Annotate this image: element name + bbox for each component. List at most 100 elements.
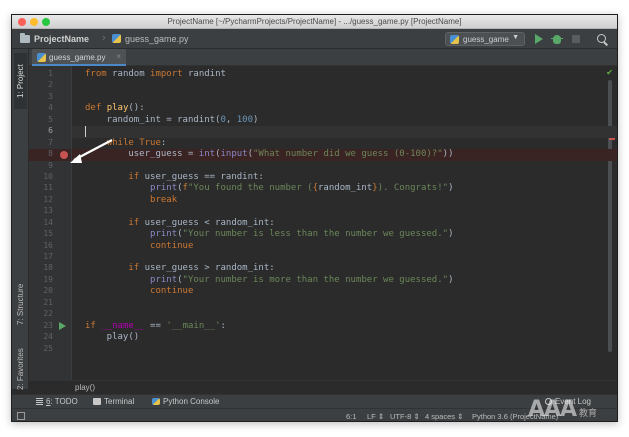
breadcrumb-file[interactable]: guess_game.py [125, 34, 189, 44]
gutter-line[interactable]: 19 [29, 275, 71, 286]
search-everywhere-button[interactable] [595, 32, 609, 46]
code-line: user_guess = int(input("What number did … [72, 149, 617, 161]
gutter-line[interactable]: 23 [29, 321, 78, 332]
window-title: ProjectName [~/PycharmProjects/ProjectNa… [167, 17, 462, 26]
line-number: 12 [43, 194, 53, 204]
gutter-line[interactable]: 1 [29, 69, 71, 80]
ide-window: ProjectName [~/PycharmProjects/ProjectNa… [11, 14, 618, 422]
python-console-icon [152, 398, 160, 405]
python-file-icon [112, 34, 121, 43]
code-line: random_int = randint(0, 100) [85, 114, 259, 125]
gutter-line[interactable]: 16 [29, 241, 78, 252]
gutter-line[interactable]: 22 [29, 309, 71, 320]
caret-position[interactable]: 6:1 [346, 412, 356, 421]
gutter-line[interactable]: 6 [29, 126, 71, 137]
code-line: def play(): [85, 103, 145, 114]
code-lines: from random import randint def play(): r… [72, 69, 617, 355]
gutter-line[interactable]: 21 [29, 298, 71, 309]
gutter-line[interactable]: 12 [29, 194, 78, 206]
line-number: 8 [48, 149, 53, 159]
python-console-label: Python Console [163, 397, 220, 406]
line-number: 19 [43, 274, 53, 284]
todo-tool-button[interactable]: 6: TODO [36, 397, 78, 406]
gutter-line[interactable]: 10 [29, 172, 78, 183]
line-number: 18 [43, 263, 53, 273]
indent-setting[interactable]: 4 spaces ⇕ [425, 412, 463, 421]
terminal-label: Terminal [104, 397, 135, 406]
line-number: 9 [48, 160, 53, 170]
python-console-tool-button[interactable]: Python Console [152, 397, 219, 406]
code-line: if __name__ == '__main__': [85, 320, 226, 331]
code-line: if user_guess == randint: [128, 171, 264, 182]
line-number: 24 [43, 332, 53, 342]
editor-breadcrumb[interactable]: play() [29, 380, 617, 394]
gutter-line[interactable]: 5 [29, 115, 71, 126]
watermark-logo: AAA 教育 [528, 397, 597, 422]
breadcrumb-project[interactable]: ProjectName [34, 34, 89, 44]
tool-tab-structure[interactable]: 7: Structure [14, 275, 27, 333]
run-configuration-select[interactable]: guess_game ▼ [445, 32, 525, 46]
line-number: 1 [48, 69, 53, 78]
gutter-line[interactable]: 4 [29, 103, 78, 114]
run-gutter-icon[interactable] [59, 321, 66, 330]
editor-tab-bar: guess_game.py × [29, 49, 617, 66]
breakpoint-icon[interactable] [60, 151, 68, 160]
line-separator[interactable]: LF ⇕ [367, 412, 384, 421]
gutter-line[interactable]: 25 [29, 344, 71, 355]
run-configuration-label: guess_game [463, 35, 509, 44]
code-editor[interactable]: ✔ from random import randint def play():… [72, 66, 617, 380]
line-number: 6 [48, 126, 53, 136]
todo-label: : TODO [50, 397, 78, 406]
code-line: break [150, 194, 178, 205]
line-number: 17 [43, 252, 53, 261]
line-number: 25 [43, 343, 53, 353]
debug-button[interactable] [550, 32, 564, 46]
folder-icon [20, 33, 30, 43]
navigation-bar: ProjectName › guess_game.py guess_game ▼ [12, 29, 617, 49]
gutter-line[interactable]: 14 [29, 218, 78, 229]
close-tab-icon[interactable]: × [116, 52, 121, 61]
bottom-tool-bar: 6: TODO Terminal Python Console Event Lo… [12, 394, 617, 408]
code-line: print("Your number is more than the numb… [150, 274, 454, 285]
run-button[interactable] [532, 32, 546, 46]
code-line: if user_guess > random_int: [128, 263, 275, 274]
line-number: 20 [43, 286, 53, 296]
chevron-down-icon: ▼ [512, 34, 519, 41]
gutter-line[interactable]: 8 [29, 149, 71, 161]
gutter-line[interactable]: 13 [29, 206, 71, 217]
gutter-line[interactable]: 18 [29, 263, 78, 274]
gutter-line[interactable]: 15 [29, 229, 71, 240]
python-config-icon [450, 35, 459, 44]
gutter-line[interactable]: 11 [29, 183, 71, 194]
editor-gutter[interactable]: 1 2 3 4 5 6 7 8 9 10 11 12 13 14 15 16 17 18 19 20 21 22 23 24 2… [29, 66, 78, 380]
list-icon [36, 398, 43, 405]
line-number: 4 [48, 103, 53, 113]
line-number: 7 [48, 137, 53, 147]
gutter-line[interactable]: 2 [29, 80, 71, 91]
code-line: while True: [106, 137, 167, 148]
file-encoding[interactable]: UTF-8 ⇕ [390, 412, 420, 421]
editor-tab-guess-game[interactable]: guess_game.py × [32, 49, 126, 66]
gutter-line[interactable]: 7 [29, 138, 71, 149]
line-number: 5 [48, 114, 53, 124]
editor-tab-label: guess_game.py [49, 53, 106, 62]
terminal-tool-button[interactable]: Terminal [93, 397, 134, 406]
tool-tab-favorites[interactable]: 2: Favorites [14, 339, 27, 399]
toggle-tool-windows-icon[interactable] [17, 412, 25, 420]
tool-tab-project[interactable]: 1: Project [14, 53, 27, 109]
gutter-line[interactable]: 3 [29, 92, 71, 103]
stop-button[interactable] [569, 32, 583, 46]
python-file-icon [37, 53, 46, 62]
gutter-line[interactable]: 9 [29, 161, 71, 172]
status-bar: 6:1 LF ⇕ UTF-8 ⇕ 4 spaces ⇕ Python 3.6 (… [12, 408, 617, 421]
gutter-line[interactable]: 20 [29, 286, 78, 297]
gutter-line[interactable]: 24 [29, 332, 71, 343]
gutter-line[interactable]: 17 [29, 252, 71, 263]
line-number: 22 [43, 309, 53, 319]
